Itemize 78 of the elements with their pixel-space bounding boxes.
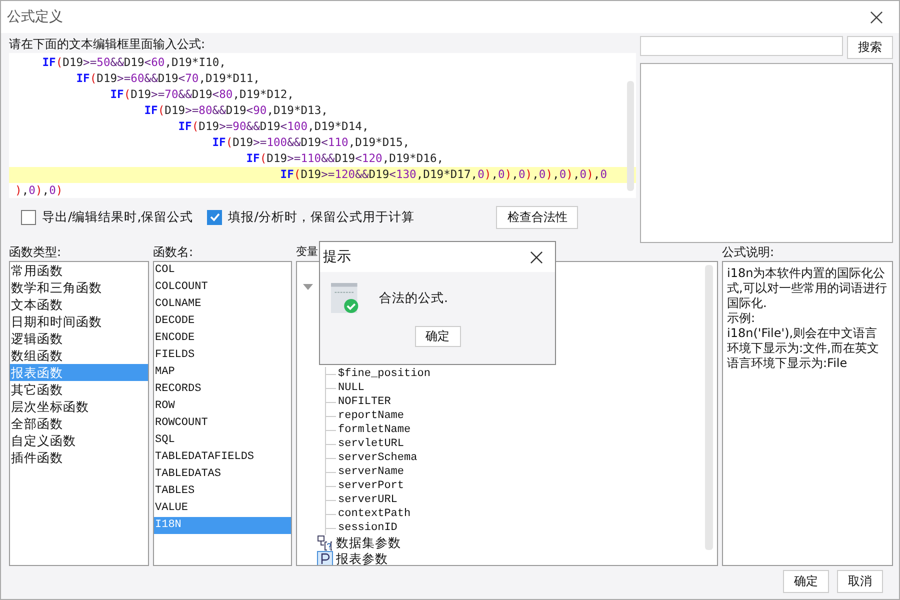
dialog-title: 提示 — [323, 248, 351, 266]
option-label: 填报/分析时，保留公式用于计算 — [228, 208, 414, 226]
function-name-item[interactable]: SQL — [154, 432, 291, 449]
tree-item[interactable]: serverSchema — [338, 452, 418, 464]
function-name-item[interactable]: RECORDS — [154, 381, 291, 398]
function-type-item[interactable]: 插件函数 — [10, 449, 148, 466]
success-icon — [331, 282, 361, 314]
function-type-item[interactable]: 文本函数 — [10, 296, 148, 313]
scrollbar[interactable] — [705, 265, 713, 550]
tree-item[interactable]: sessionID — [338, 522, 398, 534]
function-name-item[interactable]: ROWCOUNT — [154, 415, 291, 432]
close-icon[interactable] — [530, 250, 543, 264]
function-type-item[interactable]: 日期和时间函数 — [10, 313, 148, 330]
function-name-item[interactable]: TABLEDATAFIELDS — [154, 449, 291, 466]
parameter-icon — [317, 551, 333, 565]
ok-button[interactable]: 确定 — [414, 326, 460, 347]
dataset-icon — [317, 535, 333, 551]
function-name-item[interactable]: DECODE — [154, 313, 291, 330]
tree-item[interactable]: NULL — [338, 382, 364, 394]
option-label: 导出/编辑结果时,保留公式 — [42, 208, 194, 226]
scrollbar[interactable] — [627, 81, 634, 191]
description-text: 示例: — [727, 311, 756, 326]
pane-label: 变量 — [296, 244, 318, 260]
tree-group[interactable]: 报表参数 — [336, 550, 388, 565]
code-line: IF(D19>=50&&D19<60,D19*I10, — [41, 55, 227, 71]
dialog-message: 合法的公式. — [379, 290, 448, 306]
function-name-item[interactable]: ENCODE — [154, 330, 291, 347]
description-text: i18n('File'),则会在中文语言环境下显示为:文件,而在英文语言环境下显示为:File — [727, 326, 880, 371]
function-type-item[interactable]: 常用函数 — [10, 262, 148, 279]
function-type-item[interactable]: 逻辑函数 — [10, 330, 148, 347]
tree-item[interactable]: reportName — [338, 410, 404, 422]
caret-icon[interactable] — [303, 284, 313, 290]
tree-item[interactable]: servletURL — [338, 438, 404, 450]
dialog-button[interactable]: 确定 — [783, 570, 829, 593]
close-icon[interactable] — [870, 10, 883, 24]
code-line: IF(D19>=90&&D19<100,D19*D14, — [177, 119, 370, 135]
function-name-item[interactable]: COLCOUNT — [154, 279, 291, 296]
tree-item[interactable]: serverPort — [338, 480, 404, 492]
tree-group[interactable]: 数据集参数 — [336, 534, 401, 552]
function-name-item[interactable]: TABLES — [154, 483, 291, 500]
tree-item[interactable]: NOFILTER — [338, 396, 391, 408]
function-name-item[interactable]: TABLEDATAS — [154, 466, 291, 483]
formula-editor[interactable] — [9, 53, 636, 198]
pane-label: 函数名: — [153, 244, 194, 261]
function-name-item[interactable]: MAP — [154, 364, 291, 381]
function-name-item[interactable]: ROW — [154, 398, 291, 415]
tree-item[interactable]: $fine_position — [338, 368, 430, 380]
function-type-item[interactable]: 全部函数 — [10, 415, 148, 432]
code-line: IF(D19>=70&&D19<80,D19*D12, — [109, 87, 295, 103]
function-type-item[interactable]: 数学和三角函数 — [10, 279, 148, 296]
code-line: IF(D19>=100&&D19<110,D19*D15, — [211, 135, 411, 151]
search-button[interactable]: 搜索 — [847, 36, 893, 59]
function-type-item[interactable]: 数组函数 — [10, 347, 148, 364]
checkbox[interactable] — [21, 210, 36, 224]
tree-item[interactable]: serverURL — [338, 494, 398, 506]
dialog-button[interactable]: 取消 — [837, 570, 883, 593]
tree-item[interactable]: formletName — [338, 424, 411, 436]
function-type-item[interactable]: 层次坐标函数 — [10, 398, 148, 415]
tree-item[interactable]: contextPath — [338, 508, 411, 520]
description-text: i18n为本软件内置的国际化公式,可以对一些常用的词语进行国际化. — [727, 266, 888, 311]
function-type-item[interactable]: 自定义函数 — [10, 432, 148, 449]
pane-label: 函数类型: — [9, 244, 62, 261]
function-name-item[interactable]: VALUE — [154, 500, 291, 517]
tree-item[interactable]: serverName — [338, 466, 404, 478]
pane-label: 公式说明: — [722, 244, 774, 261]
code-line: ),0),0) — [14, 183, 64, 199]
search-field[interactable] — [640, 36, 843, 56]
checkbox[interactable] — [207, 210, 222, 224]
code-line: IF(D19>=80&&D19<90,D19*D13, — [143, 103, 329, 119]
editor-label: 请在下面的文本编辑框里面输入公式: — [9, 36, 206, 53]
function-name-item[interactable]: COLNAME — [154, 296, 291, 313]
code-line: IF(D19>=110&&D19<120,D19*D16, — [245, 151, 445, 167]
code-line: IF(D19>=60&&D19<70,D19*D11, — [75, 71, 261, 87]
function-name-item[interactable]: COL — [154, 262, 291, 279]
function-name-item[interactable]: FIELDS — [154, 347, 291, 364]
window-title: 公式定义 — [7, 8, 63, 26]
function-type-item[interactable]: 其它函数 — [10, 381, 148, 398]
check-button[interactable]: 检查合法性 — [496, 206, 578, 228]
